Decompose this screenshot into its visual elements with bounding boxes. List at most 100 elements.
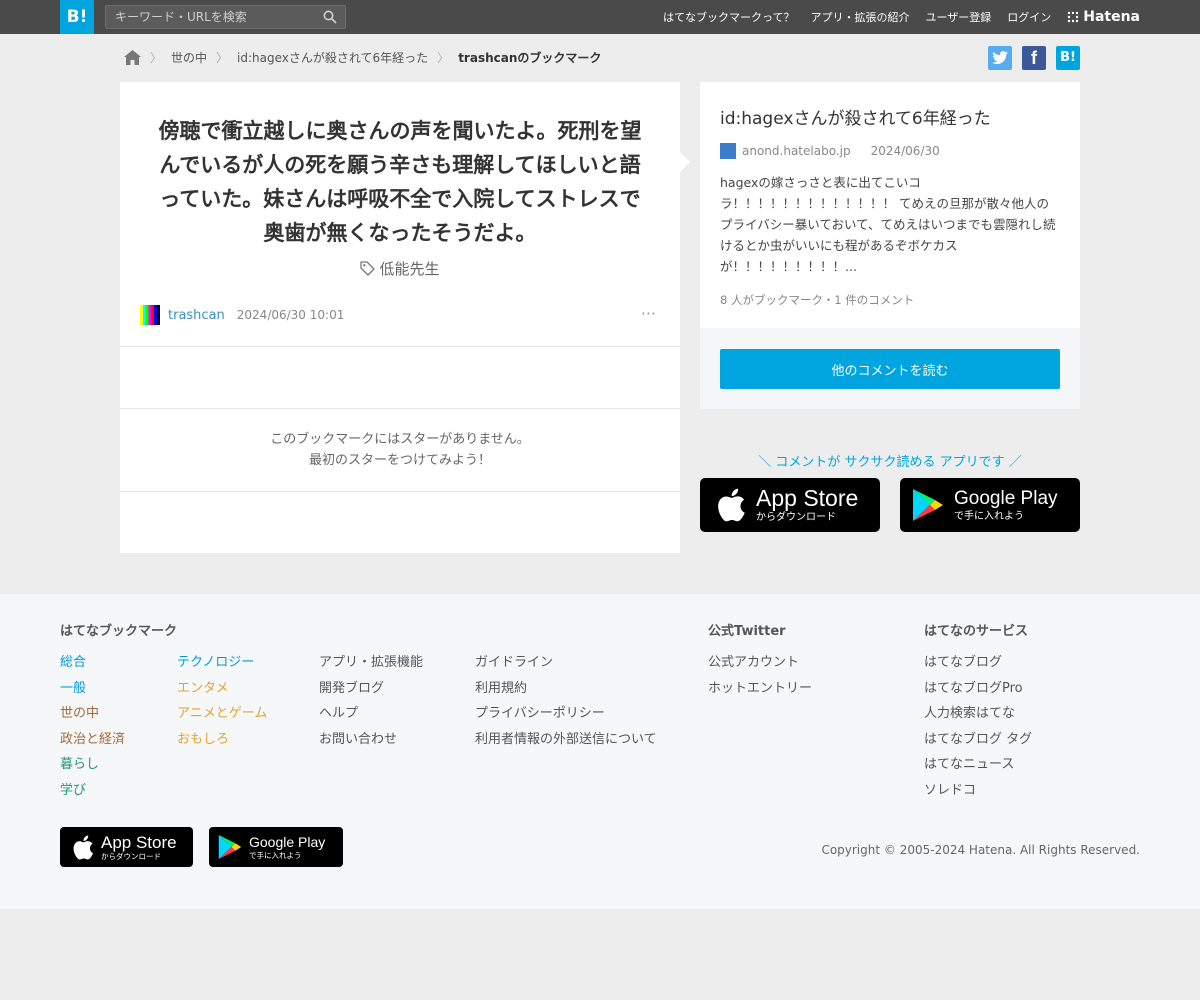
footer-service-link[interactable]: はてなブログPro	[924, 676, 1032, 702]
site-favicon-icon	[720, 143, 736, 159]
divider	[120, 491, 680, 492]
divider	[120, 346, 680, 347]
footer-category-link[interactable]: 世の中	[60, 701, 177, 727]
google-play-sublabel: で手に入れよう	[249, 850, 302, 860]
footer-category-link[interactable]: 暮らし	[60, 752, 177, 778]
google-play-sublabel: で手に入れよう	[954, 510, 1024, 522]
footer-col-guide: ガイドライン 利用規約 プライバシーポリシー 利用者情報の外部送信について	[475, 650, 657, 752]
breadcrumb-category[interactable]: 世の中	[171, 49, 207, 66]
footer-col-categories-b: テクノロジー エンタメ アニメとゲーム おもしろ	[177, 650, 267, 752]
footer-app-link[interactable]: お問い合わせ	[319, 727, 423, 753]
breadcrumb-current: trashcanのブックマーク	[458, 50, 602, 65]
google-play-label: Google Play	[954, 487, 1058, 509]
entry-domain[interactable]: anond.hatelabo.jp	[742, 144, 851, 158]
nav-login[interactable]: ログイン	[1007, 9, 1051, 25]
footer-col-twitter: 公式Twitter 公式アカウント ホットエントリー	[708, 620, 812, 701]
share-buttons: f B!	[978, 46, 1080, 70]
footer-heading-bookmark: はてなブックマーク	[60, 624, 178, 639]
footer-category-link[interactable]: 政治と経済	[60, 727, 177, 753]
facebook-share-button[interactable]: f	[1022, 46, 1046, 70]
top-nav: はてなブックマークって？ アプリ・拡張の紹介 ユーザー登録 ログイン Haten…	[647, 0, 1140, 34]
app-store-label: App Store	[101, 832, 177, 852]
entry-title[interactable]: id:hagexさんが殺されて6年経った	[720, 104, 991, 129]
footer-category-link[interactable]: 学び	[60, 778, 177, 804]
footer-heading-services: はてなのサービス	[924, 624, 1029, 639]
entry-meta: anond.hatelabo.jp 2024/06/30	[720, 143, 940, 159]
footer-col-bookmark: はてなブックマーク 総合 一般 世の中 政治と経済 暮らし 学び	[60, 620, 177, 803]
chevron-right-icon: 〉	[150, 50, 163, 65]
footer: はてなブックマーク 総合 一般 世の中 政治と経済 暮らし 学び テクノロジー エンタメ アニ…	[0, 594, 1200, 909]
footer-google-play-badge[interactable]: Google Play で手に入れよう	[209, 827, 343, 867]
top-bar: B! はてなブックマークって？ アプリ・拡張の紹介 ユーザー登録 ログイン Ha…	[0, 0, 1200, 34]
twitter-icon	[992, 51, 1008, 65]
footer-service-link[interactable]: はてなブログ	[924, 650, 1032, 676]
footer-service-link[interactable]: ソレドコ	[924, 778, 1032, 804]
footer-category-link[interactable]: テクノロジー	[177, 650, 267, 676]
bookmark-date: 2024/06/30 10:01	[236, 308, 345, 322]
bookmark-card: 傍聴で衝立越しに奥さんの声を聞いたよ。死刑を望んでいるが人の死を願う辛さも理解し…	[120, 82, 680, 553]
no-star-message: このブックマークにはスターがありません。 最初のスターをつけてみよう！	[120, 429, 680, 471]
read-other-comments-button[interactable]: 他のコメントを読む	[720, 349, 1060, 389]
footer-twitter-links: 公式アカウント ホットエントリー	[708, 650, 812, 701]
footer-category-link[interactable]: 一般	[60, 676, 177, 702]
username-link[interactable]: trashcan	[168, 308, 225, 323]
search-input[interactable]	[106, 6, 316, 28]
entry-date: 2024/06/30	[870, 144, 940, 158]
avatar[interactable]	[140, 305, 160, 325]
app-promo-text: ＼ コメントが サクサク読める アプリです ／	[758, 455, 1022, 470]
nav-apps[interactable]: アプリ・拡張の紹介	[810, 9, 909, 25]
divider	[120, 408, 680, 409]
hatena-brand[interactable]: Hatena	[1067, 9, 1140, 25]
app-store-sublabel: からダウンロード	[101, 851, 161, 861]
bookmark-count[interactable]: 8 人がブックマーク・1 件のコメント	[720, 292, 914, 308]
footer-col-app: アプリ・拡張機能 開発ブログ ヘルプ お問い合わせ	[319, 650, 423, 752]
twitter-share-button[interactable]	[988, 46, 1012, 70]
footer-app-link[interactable]: 開発ブログ	[319, 676, 423, 702]
footer-guide-link[interactable]: プライバシーポリシー	[475, 701, 657, 727]
nav-about[interactable]: はてなブックマークって？	[663, 9, 794, 25]
footer-category-link[interactable]: エンタメ	[177, 676, 267, 702]
bookmark-comment: 傍聴で衝立越しに奥さんの声を聞いたよ。死刑を望んでいるが人の死を願う辛さも理解し…	[158, 119, 642, 245]
footer-guide-link[interactable]: ガイドライン	[475, 650, 657, 676]
search-icon[interactable]	[323, 10, 337, 24]
footer-guide-link[interactable]: 利用者情報の外部送信について	[475, 727, 657, 753]
footer-twitter-link[interactable]: 公式アカウント	[708, 650, 812, 676]
nav-register[interactable]: ユーザー登録	[925, 9, 991, 25]
google-play-icon	[913, 489, 943, 521]
tag-label: 低能先生	[379, 260, 440, 278]
app-store-label: App Store	[756, 485, 859, 511]
home-icon[interactable]	[124, 49, 141, 65]
footer-service-link[interactable]: はてなブログ タグ	[924, 727, 1032, 753]
footer-twitter-link[interactable]: ホットエントリー	[708, 676, 812, 702]
hatena-share-button[interactable]: B!	[1056, 46, 1080, 70]
google-play-badge[interactable]: Google Play で手に入れよう	[900, 478, 1080, 532]
footer-category-link[interactable]: 総合	[60, 650, 177, 676]
breadcrumb: 〉 世の中 〉 id:hagexさんが殺されて6年経った 〉 trashcanの…	[124, 47, 601, 67]
footer-app-store-badge[interactable]: App Store からダウンロード	[60, 827, 193, 867]
entry-card: id:hagexさんが殺されて6年経った anond.hatelabo.jp 2…	[700, 82, 1080, 328]
more-options-icon[interactable]: ···	[641, 304, 656, 323]
footer-category-link[interactable]: おもしろ	[177, 727, 267, 753]
footer-app-link[interactable]: アプリ・拡張機能	[319, 650, 423, 676]
copyright: Copyright © 2005-2024 Hatena. All Rights…	[821, 843, 1140, 857]
chevron-right-icon: 〉	[216, 50, 229, 65]
footer-service-link[interactable]: はてなニュース	[924, 752, 1032, 778]
footer-service-link[interactable]: 人力検索はてな	[924, 701, 1032, 727]
breadcrumb-entry[interactable]: id:hagexさんが殺されて6年経った	[237, 49, 428, 66]
hatena-bookmark-logo[interactable]: B!	[60, 0, 94, 34]
footer-links-c: アプリ・拡張機能 開発ブログ ヘルプ お問い合わせ	[319, 650, 423, 752]
footer-guide-link[interactable]: 利用規約	[475, 676, 657, 702]
footer-categories-a: 総合 一般 世の中 政治と経済 暮らし 学び	[60, 650, 177, 803]
apple-icon	[73, 834, 94, 859]
search-box[interactable]	[105, 5, 346, 29]
user-line: trashcan 2024/06/30 10:01 ···	[140, 304, 660, 326]
footer-category-link[interactable]: アニメとゲーム	[177, 701, 267, 727]
no-star-line-2: 最初のスターをつけてみよう！	[308, 453, 491, 468]
footer-heading-twitter: 公式Twitter	[708, 624, 786, 639]
entry-card-footer: 他のコメントを読む	[700, 328, 1080, 409]
no-star-line-1: このブックマークにはスターがありません。	[270, 432, 530, 447]
app-store-badge[interactable]: App Store からダウンロード	[700, 478, 880, 532]
footer-app-link[interactable]: ヘルプ	[319, 701, 423, 727]
bookmark-tag[interactable]: 低能先生	[120, 258, 680, 279]
app-store-sublabel: からダウンロード	[756, 512, 836, 523]
